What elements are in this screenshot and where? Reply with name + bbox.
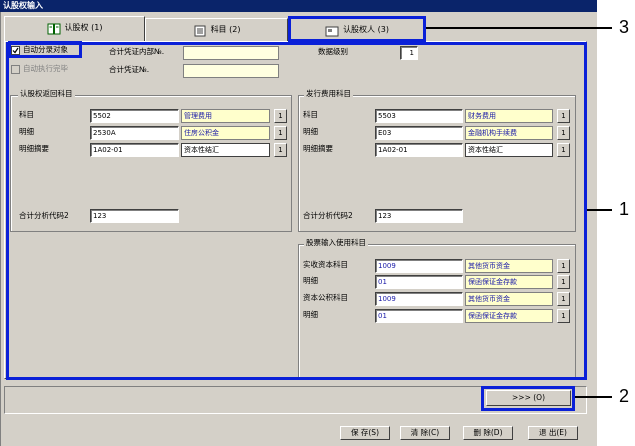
callout-number-1: 1 xyxy=(619,199,630,219)
callout-number-3: 3 xyxy=(619,17,630,37)
tab-accounts[interactable]: 科目 (2) xyxy=(145,18,288,42)
ledger-icon xyxy=(193,24,207,36)
tab-label: 认股权 (1) xyxy=(64,23,103,32)
tab-label: 科目 (2) xyxy=(210,25,241,34)
callout-box-next xyxy=(481,386,575,411)
book-icon xyxy=(47,22,61,34)
callout-leader-1 xyxy=(587,209,612,211)
tab-stock-option[interactable]: 认股权 (1) xyxy=(4,16,145,42)
delete-button[interactable]: 删 除(D) xyxy=(463,426,513,440)
callout-box-panel xyxy=(6,42,587,380)
callout-leader-2 xyxy=(575,396,612,398)
callout-number-2: 2 xyxy=(619,386,630,406)
callout-box-tab xyxy=(288,16,426,42)
save-button[interactable]: 保 存(S) xyxy=(340,426,390,440)
exit-button[interactable]: 退 出(E) xyxy=(528,426,578,440)
callout-leader-3 xyxy=(426,27,612,29)
window-title: 认股权输入 xyxy=(0,0,597,12)
clear-button[interactable]: 清 除(C) xyxy=(400,426,450,440)
